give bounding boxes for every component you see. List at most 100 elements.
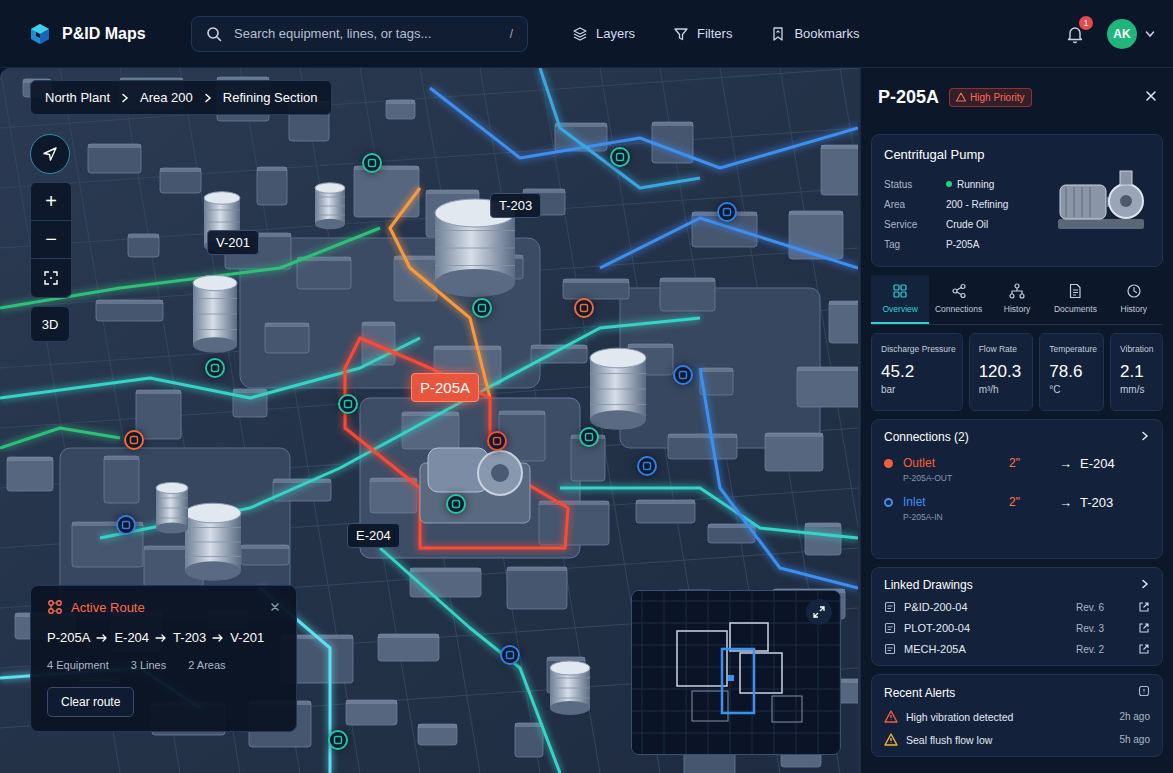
- detail-tab[interactable]: Documents: [1046, 275, 1104, 324]
- connections-header[interactable]: Connections (2): [884, 430, 1150, 444]
- section-title: Linked Drawings: [884, 578, 973, 592]
- external-link-icon: [1138, 622, 1150, 634]
- metric-unit: bar: [881, 384, 956, 395]
- map-controls: +− 3D: [30, 134, 72, 342]
- priority-badge: High Priority: [949, 88, 1031, 107]
- metric-unit: °C: [1049, 384, 1097, 395]
- clear-route-button[interactable]: Clear route: [47, 687, 134, 717]
- nav-item[interactable]: Filters: [673, 26, 732, 42]
- arrow-right-icon: [155, 633, 167, 643]
- field-value: Running: [957, 179, 994, 190]
- equipment-marker-icon: [584, 432, 594, 442]
- map-pin[interactable]: [500, 645, 520, 665]
- tab-label: History: [1121, 304, 1147, 314]
- minimap[interactable]: [631, 590, 841, 755]
- metric-label: Temperature: [1049, 344, 1097, 354]
- close-panel-button[interactable]: [1145, 88, 1157, 106]
- filter-icon: [673, 26, 689, 42]
- route-step: E-204: [114, 630, 149, 645]
- breadcrumb-item[interactable]: Refining Section: [223, 90, 318, 105]
- map-pin[interactable]: [673, 365, 693, 385]
- connection-info: Inlet P-205A-IN: [903, 495, 999, 522]
- connection-row[interactable]: OutletP-205A-OUT2"→E-204: [884, 456, 1150, 483]
- connection-row[interactable]: InletP-205A-IN2"→T-203: [884, 495, 1150, 522]
- drawing-icon: [884, 601, 896, 613]
- equipment-marker-icon: [642, 461, 652, 471]
- map-pin[interactable]: [487, 431, 507, 451]
- equipment-label[interactable]: V-201: [207, 230, 259, 255]
- app-logo[interactable]: P&ID Maps: [28, 22, 191, 46]
- field-label: Area: [884, 199, 946, 210]
- equipment-label[interactable]: P-205A: [411, 373, 479, 402]
- map-pin[interactable]: [446, 494, 466, 514]
- close-route-button[interactable]: [270, 598, 280, 616]
- route-steps: P-205AE-204T-203V-201: [47, 630, 280, 645]
- equipment-marker-icon: [505, 650, 515, 660]
- connection-dot: [884, 459, 893, 468]
- map-pin[interactable]: [610, 147, 630, 167]
- detail-tab[interactable]: Connections: [929, 275, 987, 324]
- map-pin[interactable]: [637, 456, 657, 476]
- map-pin[interactable]: [116, 515, 136, 535]
- expand-minimap-button[interactable]: [806, 599, 832, 625]
- external-link-icon: [1138, 643, 1150, 655]
- field-value-wrap: Crude Oil: [946, 219, 988, 230]
- map-pin[interactable]: [124, 430, 144, 450]
- history-icon: [1126, 283, 1142, 299]
- map-pin[interactable]: [717, 202, 737, 222]
- map-pin[interactable]: [205, 358, 225, 378]
- map-pin[interactable]: [338, 394, 358, 414]
- connection-line: P-205A-IN: [903, 512, 999, 522]
- app-title: P&ID Maps: [62, 25, 146, 43]
- metric-card: Temperature78.6°C: [1039, 333, 1104, 411]
- equipment-marker-icon: [121, 520, 131, 530]
- zoom-out-button[interactable]: −: [31, 221, 71, 259]
- warning-icon: [956, 92, 966, 102]
- alerts-settings[interactable]: [1138, 685, 1150, 700]
- search-input[interactable]: [232, 25, 500, 42]
- user-menu[interactable]: AK: [1107, 19, 1155, 49]
- drawing-row[interactable]: P&ID-200-04Rev. 6: [884, 601, 1150, 613]
- field-label: Service: [884, 219, 946, 230]
- route-stat: 2 Areas: [188, 659, 225, 671]
- detail-tab[interactable]: Overview: [871, 275, 929, 324]
- equipment-label[interactable]: E-204: [347, 523, 400, 548]
- metric-unit: m³/h: [979, 384, 1027, 395]
- zoom-in-button[interactable]: +: [31, 183, 71, 221]
- detail-tab[interactable]: History: [988, 275, 1046, 324]
- search-field[interactable]: /: [191, 16, 528, 52]
- map-pin[interactable]: [472, 298, 492, 318]
- plant-map[interactable]: North Plant Area 200 Refining Section +− 3D T…: [0, 68, 860, 773]
- user-avatar: AK: [1107, 19, 1137, 49]
- map-pin[interactable]: [574, 298, 594, 318]
- equipment-field: ServiceCrude Oil: [884, 214, 1050, 234]
- map-pin[interactable]: [362, 153, 382, 173]
- connection-direction: Inlet: [903, 495, 999, 509]
- breadcrumb-item[interactable]: Area 200: [140, 90, 193, 105]
- drawing-name: MECH-205A: [904, 643, 966, 655]
- fit-view-button[interactable]: [31, 259, 71, 297]
- tab-label: Connections: [935, 304, 982, 314]
- locate-button[interactable]: [30, 134, 70, 174]
- nav-label: Bookmarks: [794, 26, 859, 41]
- drawings-header[interactable]: Linked Drawings: [884, 578, 1150, 592]
- field-label: Status: [884, 179, 946, 190]
- alert-severity: [884, 733, 898, 746]
- 3d-toggle[interactable]: 3D: [30, 306, 70, 342]
- nav-item[interactable]: Layers: [572, 26, 635, 42]
- detail-tab[interactable]: History: [1105, 275, 1163, 324]
- equipment-marker-icon: [333, 735, 343, 745]
- nav-item[interactable]: Bookmarks: [770, 26, 859, 42]
- equipment-label[interactable]: T-203: [490, 193, 541, 218]
- notifications-button[interactable]: 1: [1063, 22, 1087, 46]
- alert-row[interactable]: Seal flush flow low5h ago: [884, 733, 1150, 746]
- alert-row[interactable]: High vibration detected2h ago: [884, 710, 1150, 723]
- map-pin[interactable]: [328, 730, 348, 750]
- drawing-row[interactable]: PLOT-200-04Rev. 3: [884, 622, 1150, 634]
- drawing-row[interactable]: MECH-205ARev. 2: [884, 643, 1150, 655]
- connection-arrow: →: [1059, 495, 1072, 510]
- drawing-revision: Rev. 3: [1076, 623, 1130, 634]
- map-pin[interactable]: [579, 427, 599, 447]
- metric-label: Flow Rate: [979, 344, 1027, 354]
- breadcrumb-item[interactable]: North Plant: [45, 90, 110, 105]
